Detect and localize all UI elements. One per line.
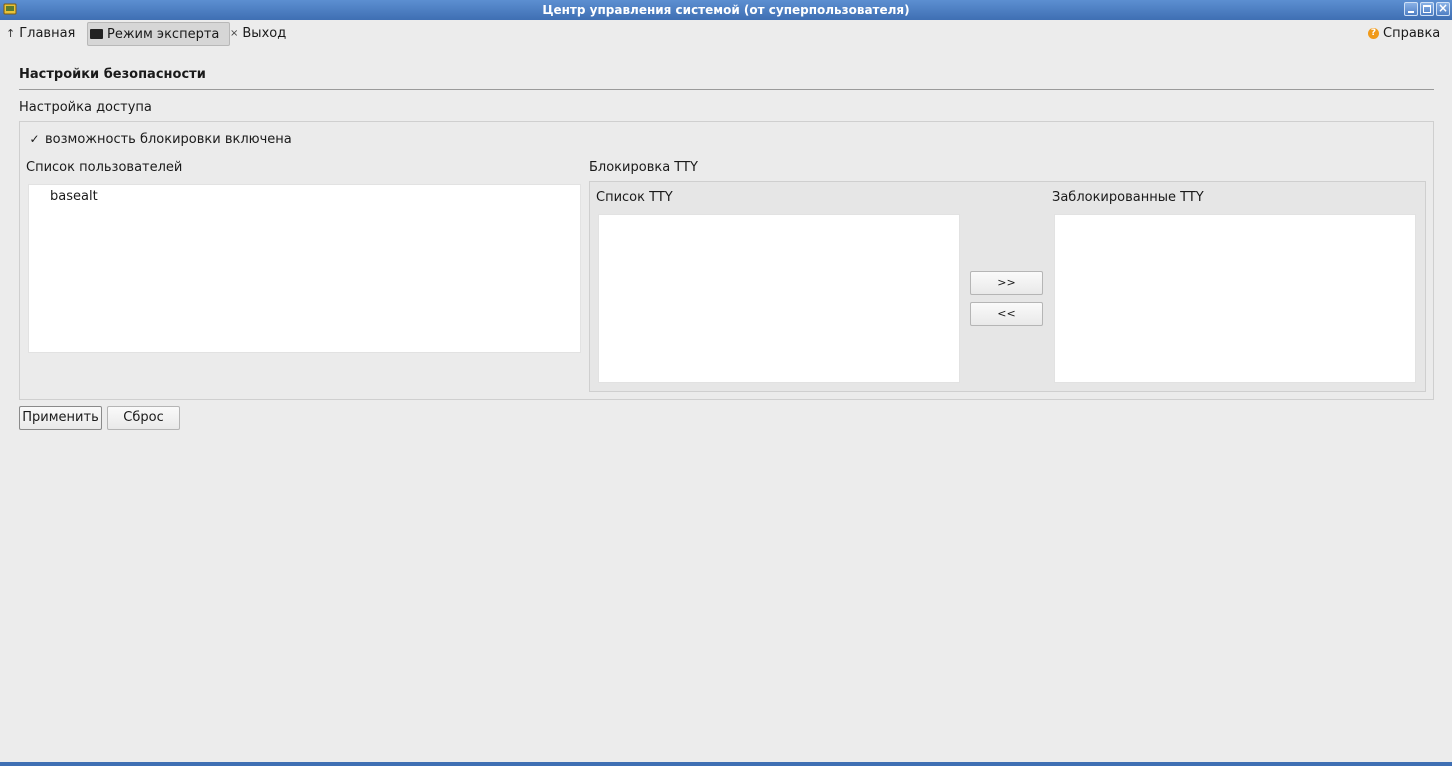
window-title: Центр управления системой (от суперпольз… — [542, 3, 910, 17]
exit-label: Выход — [242, 26, 287, 41]
locked-tty-list[interactable] — [1054, 214, 1416, 383]
users-list-label: Список пользователей — [26, 160, 183, 175]
arrow-up-icon: ↑ — [6, 27, 16, 40]
maximize-icon[interactable] — [1420, 2, 1434, 16]
main-toolbar: ↑ Главная Режим эксперта × Выход ? Справ… — [0, 20, 1452, 50]
tty-lock-label: Блокировка TTY — [589, 160, 698, 175]
home-button[interactable]: ↑ Главная — [6, 26, 75, 41]
add-tty-button[interactable]: >> — [970, 271, 1043, 295]
reset-button[interactable]: Сброс — [107, 406, 180, 430]
checkbox-check-icon[interactable]: ✓ — [29, 133, 40, 145]
monitor-icon — [90, 29, 103, 39]
lock-enabled-checkbox[interactable]: ✓ возможность блокировки включена — [29, 132, 292, 147]
tty-list-label: Список TTY — [596, 190, 673, 205]
exit-button[interactable]: × Выход — [230, 26, 286, 41]
apply-button[interactable]: Применить — [19, 406, 102, 430]
home-label: Главная — [19, 26, 76, 41]
page-title: Настройки безопасности — [19, 67, 206, 82]
help-icon: ? — [1368, 28, 1379, 39]
window-titlebar[interactable]: Центр управления системой (от суперпольз… — [0, 0, 1452, 20]
section-label: Настройка доступа — [19, 100, 152, 115]
list-item[interactable]: basealt — [50, 189, 98, 204]
expert-mode-label: Режим эксперта — [107, 26, 220, 42]
locked-tty-label: Заблокированные TTY — [1052, 190, 1204, 205]
help-label: Справка — [1383, 26, 1441, 41]
window-bottom-border — [0, 762, 1452, 766]
close-x-icon: × — [230, 28, 239, 39]
close-icon[interactable]: × — [1436, 1, 1450, 16]
remove-tty-button[interactable]: << — [970, 302, 1043, 326]
tty-list[interactable] — [598, 214, 960, 383]
lock-enabled-label: возможность блокировки включена — [45, 132, 292, 147]
expert-mode-button[interactable]: Режим эксперта — [87, 22, 231, 46]
help-button[interactable]: ? Справка — [1368, 26, 1440, 41]
title-divider — [19, 89, 1434, 90]
users-list[interactable]: basealt — [28, 184, 581, 353]
minimize-icon[interactable] — [1404, 2, 1418, 16]
